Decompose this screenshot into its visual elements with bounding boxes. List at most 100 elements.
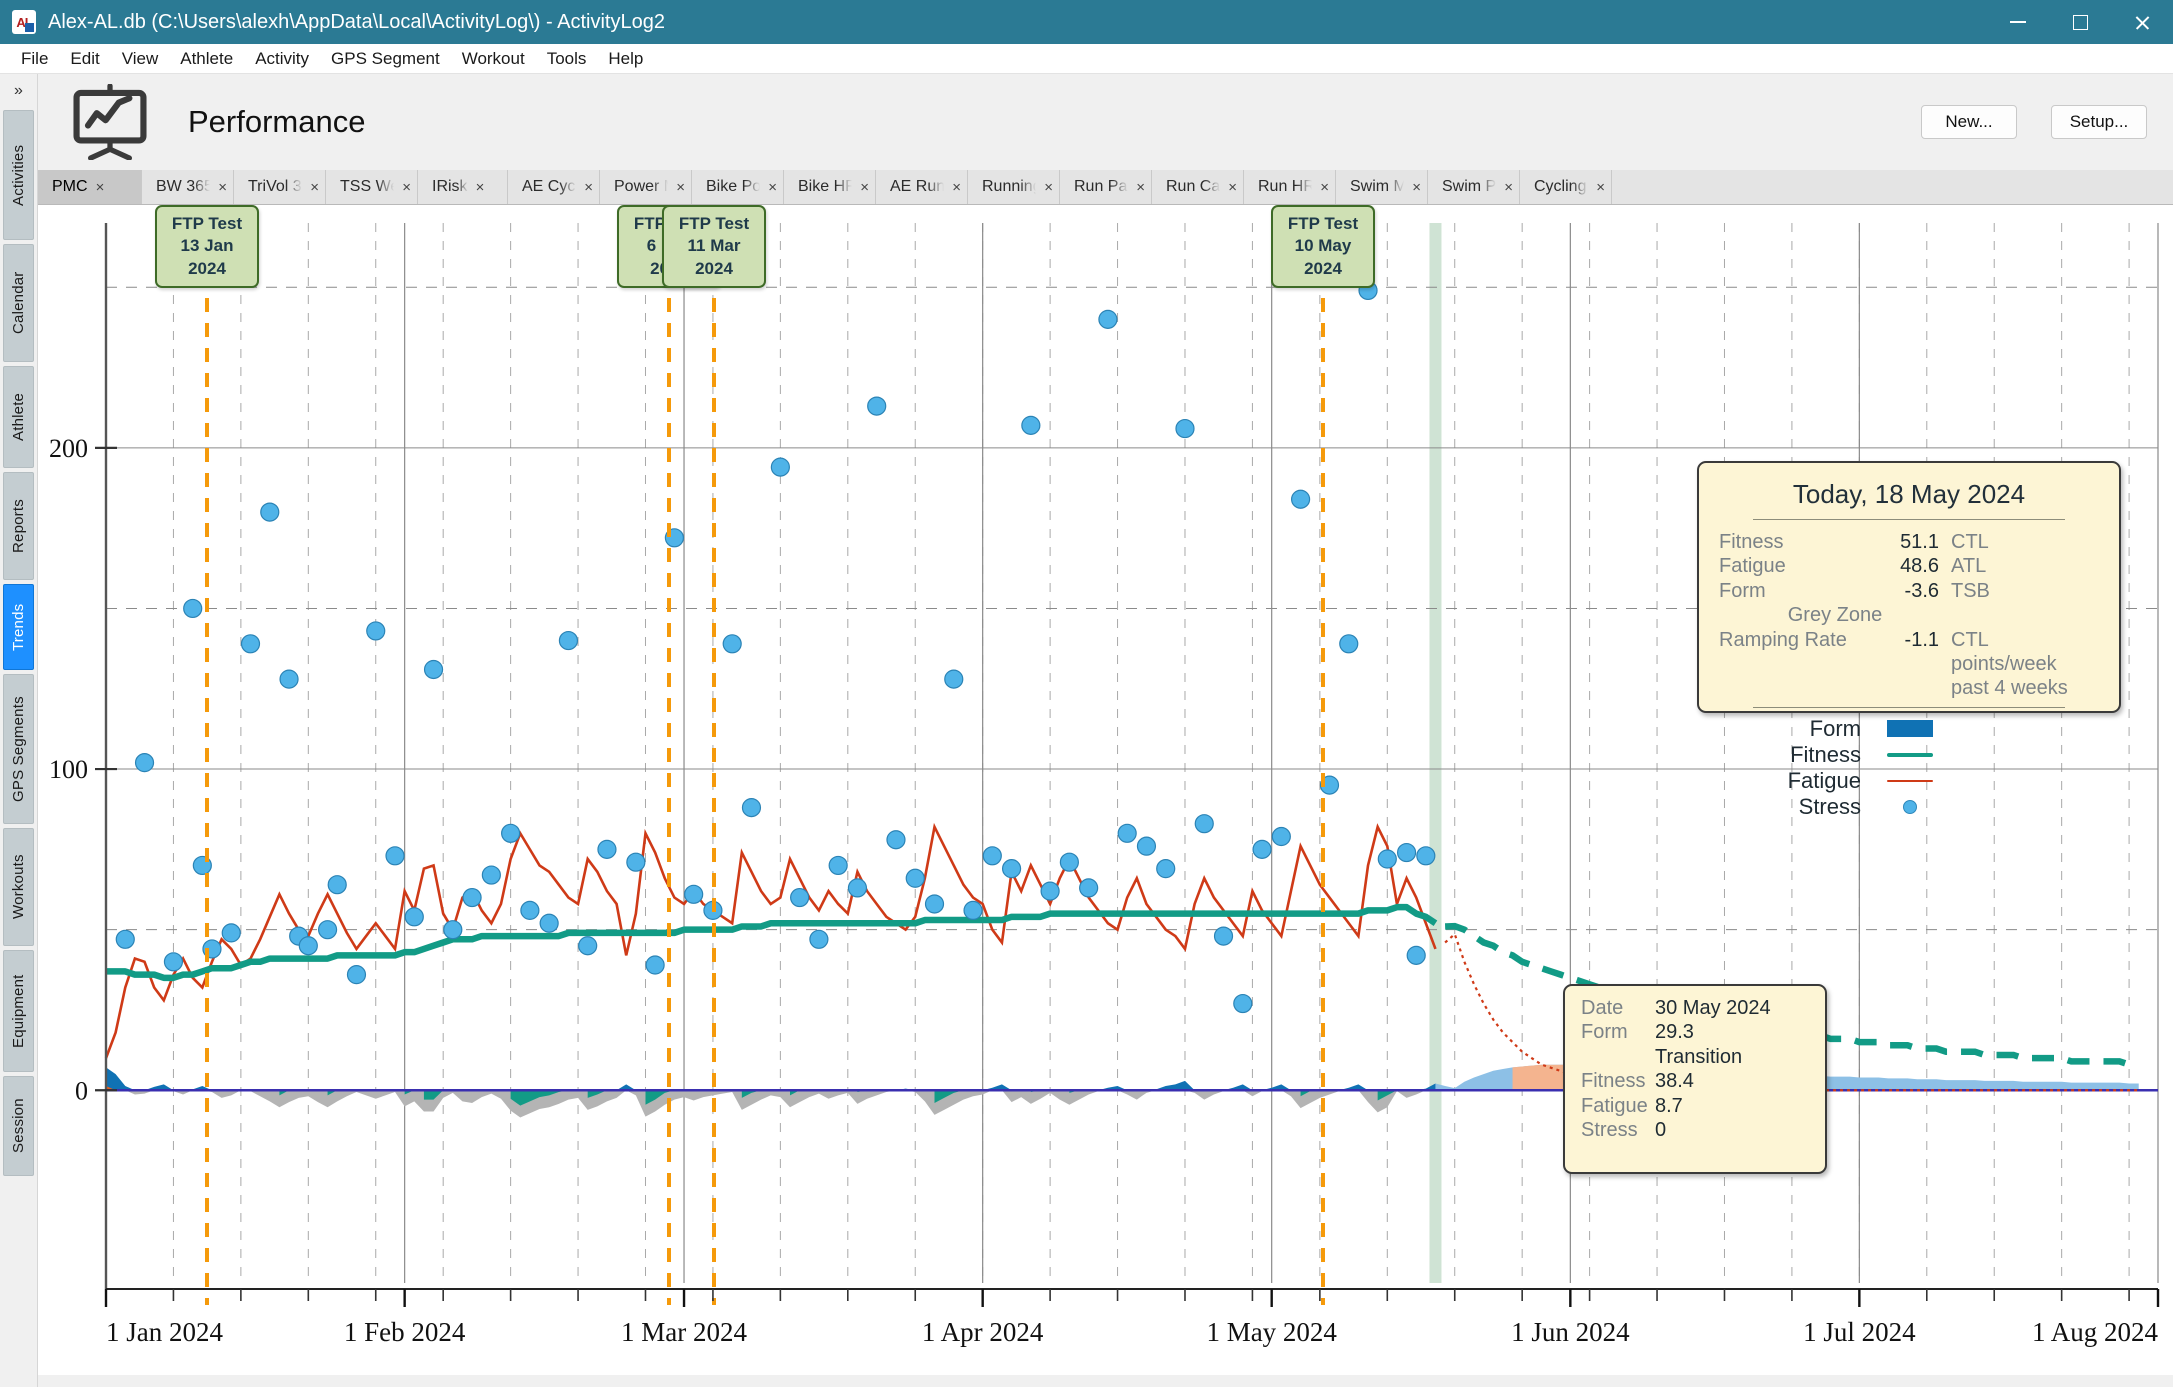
tab-close-icon[interactable]: × <box>1044 179 1053 196</box>
tab-run-cadence[interactable]: Run Cadence × <box>1152 170 1244 204</box>
stress-point[interactable] <box>183 598 203 619</box>
stress-point[interactable] <box>260 502 280 522</box>
sidebar-item-trends[interactable]: Trends <box>3 584 34 670</box>
stress-point[interactable] <box>790 887 810 908</box>
tab-bike-power[interactable]: Bike Power × <box>692 170 784 204</box>
stress-point[interactable] <box>1194 814 1214 834</box>
tab-close-icon[interactable]: × <box>476 179 485 196</box>
stress-point[interactable] <box>443 920 463 940</box>
stress-point[interactable] <box>828 855 848 876</box>
stress-point[interactable] <box>481 865 501 885</box>
stress-point[interactable] <box>1098 309 1118 329</box>
stress-point[interactable] <box>886 830 906 850</box>
tab-close-icon[interactable]: × <box>860 179 869 196</box>
tab-tss-week[interactable]: TSS Week × <box>326 170 418 204</box>
stress-point[interactable] <box>597 839 617 859</box>
tab-irisk[interactable]: IRisk × <box>418 170 508 204</box>
stress-point[interactable] <box>1117 823 1137 843</box>
tab-run-hr[interactable]: Run HR × <box>1244 170 1336 204</box>
tab-ae-cycling[interactable]: AE Cycling × <box>508 170 600 204</box>
stress-point[interactable] <box>115 929 135 949</box>
stress-point[interactable] <box>1406 945 1426 965</box>
stress-point[interactable] <box>163 952 184 972</box>
tab-trivol-365[interactable]: TriVol 365 × <box>234 170 326 204</box>
stress-point[interactable] <box>298 936 318 956</box>
stress-point[interactable] <box>905 868 925 888</box>
stress-point[interactable] <box>1059 852 1079 872</box>
tab-ae-running[interactable]: AE Running × <box>876 170 968 204</box>
sidebar-item-session[interactable]: Session <box>3 1076 34 1176</box>
setup-button[interactable]: Setup... <box>2051 105 2147 139</box>
stress-point[interactable] <box>1290 489 1311 509</box>
stress-point[interactable] <box>346 965 367 985</box>
tab-running-i[interactable]: Running I × <box>968 170 1060 204</box>
tab-close-icon[interactable]: × <box>1596 179 1605 196</box>
tab-swim-mm[interactable]: Swim MM × <box>1336 170 1428 204</box>
stress-point[interactable] <box>1175 418 1195 439</box>
minimize-button[interactable] <box>1987 0 2049 44</box>
stress-point[interactable] <box>867 396 887 416</box>
stress-point[interactable] <box>558 630 579 651</box>
ftp-test-annotation[interactable]: FTP Test 11 Mar 2024 <box>662 205 766 289</box>
sidebar-item-equipment[interactable]: Equipment <box>3 950 34 1072</box>
tab-close-icon[interactable]: × <box>1504 179 1513 196</box>
stress-point[interactable] <box>1213 926 1234 946</box>
menu-item-tools[interactable]: Tools <box>536 46 598 72</box>
stress-point[interactable] <box>539 913 559 933</box>
stress-point[interactable] <box>404 907 424 927</box>
stress-point[interactable] <box>770 457 790 477</box>
stress-point[interactable] <box>684 884 704 904</box>
stress-point[interactable] <box>1416 846 1436 866</box>
stress-point[interactable] <box>1233 993 1253 1014</box>
stress-point[interactable] <box>327 875 347 895</box>
sidebar-item-athlete[interactable]: Athlete <box>3 366 34 468</box>
tab-pmc[interactable]: PMC × <box>38 170 142 204</box>
menu-item-activity[interactable]: Activity <box>244 46 320 72</box>
menu-item-edit[interactable]: Edit <box>59 46 110 72</box>
stress-point[interactable] <box>317 920 338 940</box>
stress-point[interactable] <box>1339 634 1359 654</box>
stress-point[interactable] <box>134 753 155 773</box>
tab-close-icon[interactable]: × <box>952 179 961 196</box>
stress-point[interactable] <box>1021 415 1041 435</box>
stress-point[interactable] <box>279 669 299 689</box>
stress-point[interactable] <box>847 878 868 898</box>
stress-point[interactable] <box>626 852 646 872</box>
tab-bw-365[interactable]: BW 365 × <box>142 170 234 204</box>
tab-run-pace[interactable]: Run Pace × <box>1060 170 1152 204</box>
menu-item-workout[interactable]: Workout <box>451 46 536 72</box>
stress-point[interactable] <box>809 929 829 949</box>
menu-item-athlete[interactable]: Athlete <box>169 46 244 72</box>
stress-point[interactable] <box>578 936 598 956</box>
sidebar-item-activities[interactable]: Activities <box>3 110 34 240</box>
stress-point[interactable] <box>462 887 482 908</box>
tab-power-mm[interactable]: Power MM × <box>600 170 692 204</box>
tab-close-icon[interactable]: × <box>402 179 411 196</box>
tab-close-icon[interactable]: × <box>1320 179 1329 196</box>
stress-point[interactable] <box>1252 839 1272 859</box>
tab-close-icon[interactable]: × <box>768 179 777 196</box>
stress-point[interactable] <box>982 846 1002 866</box>
ftp-test-annotation[interactable]: FTP Test 10 May 2024 <box>1271 205 1375 289</box>
menu-item-gps-segment[interactable]: GPS Segment <box>320 46 451 72</box>
stress-point[interactable] <box>501 823 521 843</box>
sidebar-item-calendar[interactable]: Calendar <box>3 244 34 362</box>
tab-bike-hr-6[interactable]: Bike HR 6 × <box>784 170 876 204</box>
tab-swim-pace[interactable]: Swim Pace × <box>1428 170 1520 204</box>
stress-point[interactable] <box>520 900 540 920</box>
new-button[interactable]: New... <box>1921 105 2017 139</box>
stress-point[interactable] <box>741 798 762 818</box>
stress-point[interactable] <box>1136 836 1157 856</box>
tab-close-icon[interactable]: × <box>1228 179 1237 196</box>
pmc-chart[interactable]: 0 100 200 1 Jan 2024 1 Feb 2024 1 Mar 2024 1 A… <box>38 204 2173 1375</box>
stress-point[interactable] <box>944 669 964 689</box>
tab-close-icon[interactable]: × <box>218 179 227 196</box>
tab-close-icon[interactable]: × <box>96 179 105 196</box>
stress-point[interactable] <box>366 621 386 641</box>
tab-close-icon[interactable]: × <box>1412 179 1421 196</box>
stress-point[interactable] <box>240 634 261 654</box>
stress-point[interactable] <box>1377 849 1397 869</box>
stress-point[interactable] <box>722 634 742 654</box>
stress-point[interactable] <box>1040 881 1060 901</box>
tab-close-icon[interactable]: × <box>584 179 593 196</box>
